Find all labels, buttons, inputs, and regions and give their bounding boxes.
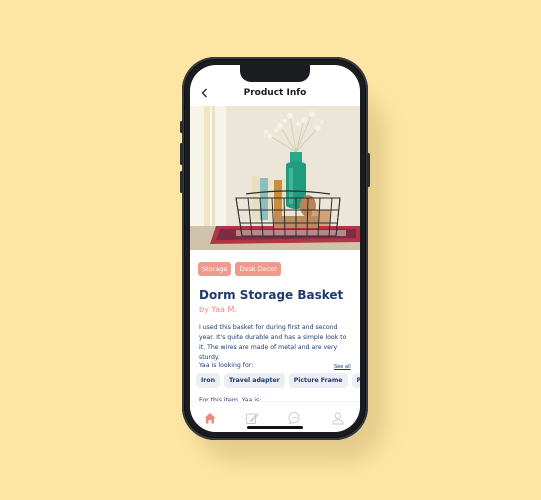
chip-plant-pot[interactable]: Plant Pot (351, 373, 360, 388)
top-bar: Product Info (190, 83, 360, 105)
tag-desk-decor[interactable]: Desk Decor (235, 262, 281, 276)
product-image (190, 106, 360, 250)
phone-power-button (367, 153, 370, 187)
chip-travel-adapter[interactable]: Travel adapter (224, 373, 285, 388)
product-name: Dorm Storage Basket (199, 288, 344, 302)
phone-notch (240, 65, 310, 82)
looking-for-label: Yaa is looking for: (199, 362, 254, 369)
phone-volume-up-button (180, 143, 183, 165)
chip-picture-frame[interactable]: Picture Frame (288, 373, 348, 388)
phone-frame: Product Info Storage Desk Decor Dorm Sto… (180, 57, 370, 440)
bottom-nav (190, 401, 360, 432)
home-indicator (247, 426, 303, 429)
product-description: I used this basket for during first and … (199, 324, 347, 361)
tag-list: Storage Desk Decor (198, 262, 281, 276)
looking-for-list: Iron Travel adapter Picture Frame Plant … (196, 373, 360, 388)
chip-iron[interactable]: Iron (196, 373, 221, 388)
seller-name[interactable]: by Yaa M. (199, 305, 237, 314)
phone-silent-switch (180, 121, 183, 133)
see-all-link[interactable]: See all (334, 364, 351, 370)
tag-storage[interactable]: Storage (198, 262, 232, 276)
home-icon[interactable] (203, 410, 217, 424)
phone-volume-down-button (180, 171, 183, 193)
chat-icon[interactable] (288, 410, 302, 425)
page-title: Product Info (243, 88, 307, 98)
profile-icon[interactable] (331, 410, 345, 425)
edit-icon[interactable] (245, 410, 259, 424)
phone-screen: Product Info Storage Desk Decor Dorm Sto… (190, 65, 360, 432)
